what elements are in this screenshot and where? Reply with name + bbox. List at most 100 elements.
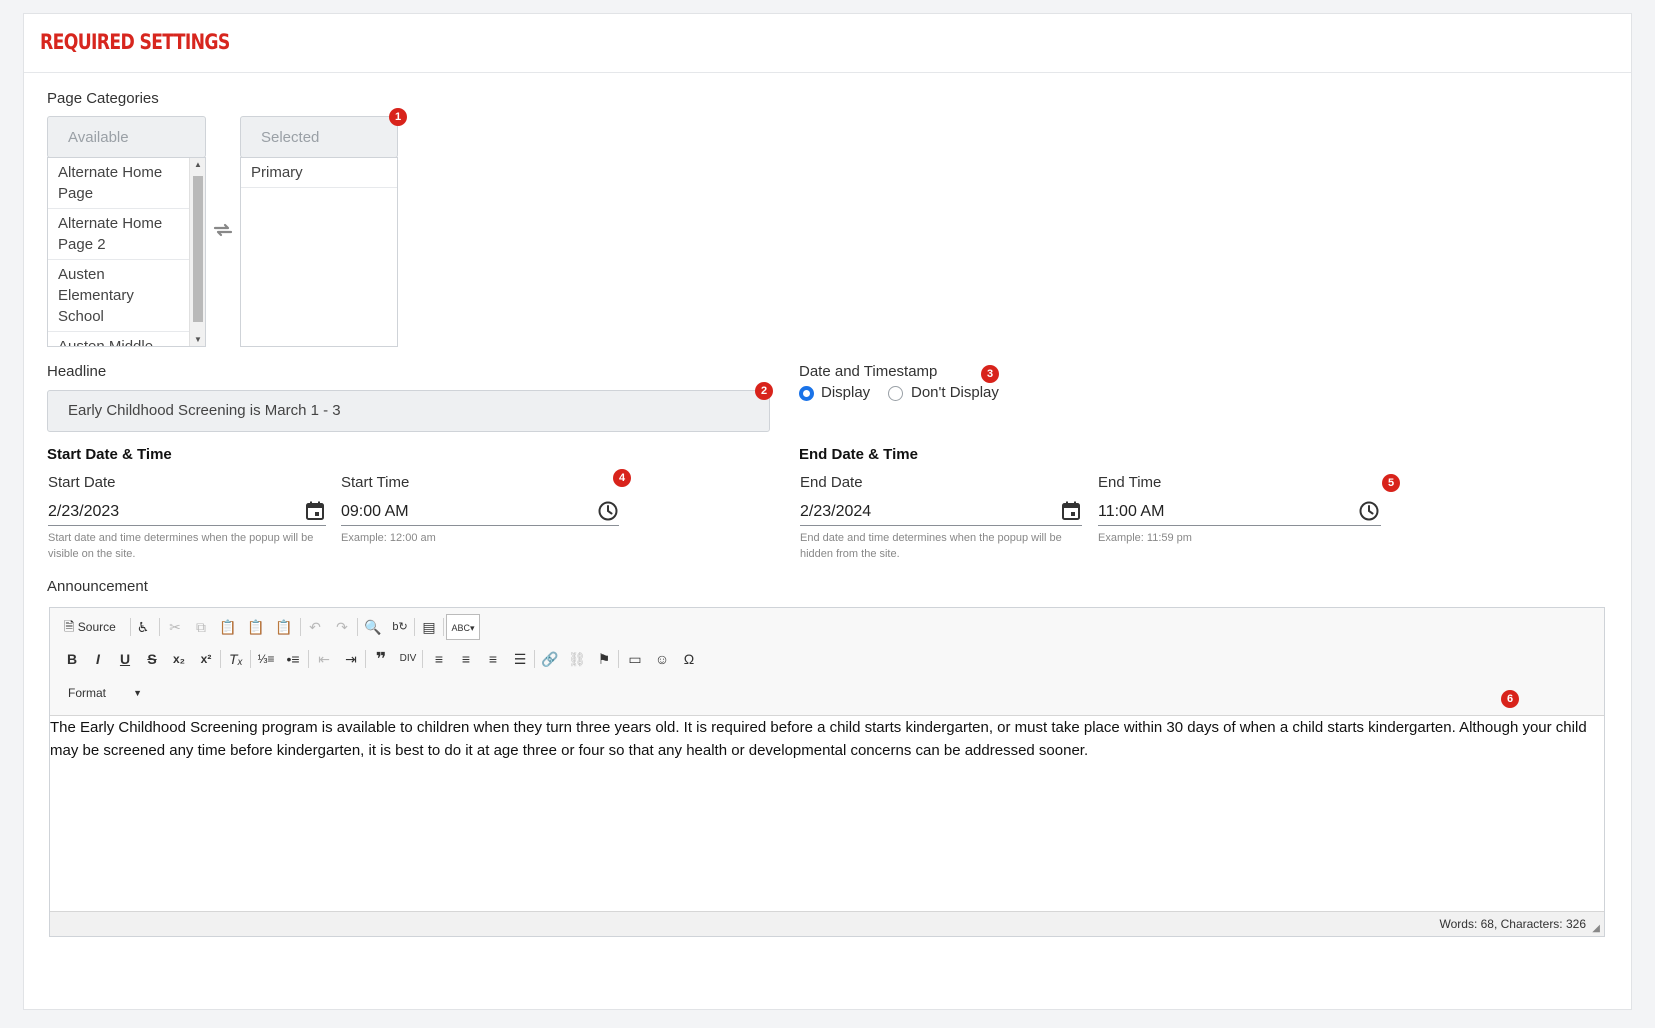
end-date-underline — [800, 525, 1082, 526]
display-radio-label[interactable]: Display — [821, 384, 870, 401]
toolbar-separator — [308, 650, 309, 668]
clock-icon[interactable] — [1358, 500, 1380, 522]
remove-format-icon[interactable]: Tₓ — [224, 647, 248, 671]
source-button[interactable]: 🗎 Source — [64, 615, 116, 639]
bold-icon[interactable]: B — [60, 647, 84, 671]
annotation-badge-4: 4 — [613, 469, 631, 487]
start-date-label: Start Date — [48, 474, 116, 491]
find-icon[interactable]: 🔍 — [361, 615, 385, 639]
headline-input[interactable]: Early Childhood Screening is March 1 - 3 — [47, 390, 770, 432]
underline-icon[interactable]: U — [113, 647, 137, 671]
toolbar-separator — [159, 618, 160, 636]
align-left-icon[interactable]: ≡ — [427, 647, 451, 671]
swap-arrows-icon[interactable] — [212, 219, 234, 241]
section-title: REQUIRED SETTINGS — [40, 30, 230, 54]
anchor-flag-icon[interactable]: ⚑ — [592, 647, 616, 671]
format-dropdown-label: Format — [68, 686, 107, 700]
word-count: Words: 68, Characters: 326 — [1439, 917, 1586, 931]
bulleted-list-icon[interactable]: •≡ — [281, 647, 305, 671]
accessibility-icon[interactable]: ♿ — [131, 615, 155, 639]
toolbar-separator — [357, 618, 358, 636]
scroll-thumb[interactable] — [193, 176, 203, 322]
toolbar-separator — [300, 618, 301, 636]
smiley-icon[interactable]: ☺ — [650, 647, 674, 671]
available-list-scrollbar[interactable]: ▲ ▼ — [189, 158, 205, 346]
end-time-underline — [1098, 525, 1381, 526]
end-date-hint: End date and time determines when the po… — [800, 532, 1062, 560]
replace-icon[interactable]: b↻ — [388, 615, 412, 639]
select-all-icon[interactable]: ▤ — [417, 615, 441, 639]
spellcheck-icon[interactable]: ABC▾ — [446, 614, 480, 640]
calendar-icon[interactable] — [1060, 500, 1082, 522]
page-categories-label: Page Categories — [47, 90, 159, 107]
align-center-icon[interactable]: ≡ — [454, 647, 478, 671]
end-section-label: End Date & Time — [799, 446, 918, 463]
annotation-badge-5: 5 — [1382, 474, 1400, 492]
outdent-icon[interactable]: ⇤ — [312, 647, 336, 671]
scroll-up-icon[interactable]: ▲ — [190, 160, 205, 169]
list-item[interactable]: Austen Elementary School — [48, 260, 189, 332]
dont-display-radio[interactable] — [888, 386, 903, 401]
copy-icon[interactable]: ⧉ — [189, 615, 213, 639]
superscript-icon[interactable]: x² — [194, 647, 218, 671]
start-date-input[interactable]: 2/23/2023 — [48, 503, 119, 521]
italic-icon[interactable]: I — [86, 647, 110, 671]
format-dropdown[interactable]: Format ▼ — [68, 681, 148, 705]
redo-icon[interactable]: ↷ — [330, 615, 354, 639]
strikethrough-icon[interactable]: S — [140, 647, 164, 671]
display-radio[interactable] — [799, 386, 814, 401]
toolbar-separator — [365, 650, 366, 668]
calendar-icon[interactable] — [304, 500, 326, 522]
available-list[interactable]: Alternate Home Page Alternate Home Page … — [47, 157, 206, 347]
paste-icon[interactable]: 📋 — [216, 615, 240, 639]
end-date-input[interactable]: 2/23/2024 — [800, 503, 871, 521]
horizontal-line-icon[interactable]: ▭ — [623, 647, 647, 671]
announcement-label: Announcement — [47, 578, 148, 595]
list-item[interactable]: Primary — [241, 158, 397, 188]
start-time-underline — [341, 525, 619, 526]
clock-icon[interactable] — [597, 500, 619, 522]
align-right-icon[interactable]: ≡ — [481, 647, 505, 671]
start-time-hint: Example: 12:00 am — [341, 532, 436, 544]
numbered-list-icon[interactable]: ⅓≡ — [254, 647, 278, 671]
start-time-input[interactable]: 09:00 AM — [341, 503, 409, 521]
annotation-badge-3: 3 — [981, 365, 999, 383]
resize-handle-icon[interactable]: ◢ — [1592, 923, 1600, 934]
paste-text-icon[interactable]: 📋 — [244, 615, 268, 639]
editor-content[interactable]: The Early Childhood Screening program is… — [50, 716, 1604, 913]
list-item[interactable]: Alternate Home Page — [48, 158, 189, 209]
list-item[interactable]: Alternate Home Page 2 — [48, 209, 189, 260]
toolbar-separator — [414, 618, 415, 636]
unlink-icon[interactable]: ⛓ — [565, 647, 589, 671]
end-time-label: End Time — [1098, 474, 1162, 491]
toolbar-separator — [250, 650, 251, 668]
indent-icon[interactable]: ⇥ — [339, 647, 363, 671]
undo-icon[interactable]: ↶ — [303, 615, 327, 639]
cut-icon[interactable]: ✂ — [163, 615, 187, 639]
subscript-icon[interactable]: x₂ — [167, 647, 191, 671]
link-icon[interactable]: 🔗 — [538, 647, 562, 671]
div-container-icon[interactable]: DIV — [396, 647, 420, 671]
list-item[interactable]: Austen Middle School — [48, 332, 189, 346]
source-icon: 🗎 — [64, 619, 75, 634]
end-time-hint: Example: 11:59 pm — [1098, 532, 1192, 544]
annotation-badge-2: 2 — [755, 382, 773, 400]
available-header: Available — [47, 116, 206, 158]
special-character-icon[interactable]: Ω — [677, 647, 701, 671]
dont-display-radio-label[interactable]: Don't Display — [911, 384, 999, 401]
announcement-editor[interactable]: 🗎 Source ♿ ✂ ⧉ 📋 📋 📋 ↶ ↷ 🔍 b↻ ▤ ABC▾ B I — [49, 607, 1605, 937]
selected-header: Selected — [240, 116, 398, 158]
toolbar-separator — [534, 650, 535, 668]
paste-word-icon[interactable]: 📋 — [272, 615, 296, 639]
blockquote-icon[interactable]: ❞ — [369, 647, 393, 671]
annotation-badge-1: 1 — [389, 108, 407, 126]
toolbar-separator — [443, 618, 444, 636]
editor-toolbar: 🗎 Source ♿ ✂ ⧉ 📋 📋 📋 ↶ ↷ 🔍 b↻ ▤ ABC▾ B I — [50, 608, 1604, 716]
end-time-input[interactable]: 11:00 AM — [1098, 503, 1164, 521]
source-button-label: Source — [77, 620, 116, 634]
selected-list[interactable]: Primary — [240, 157, 398, 347]
toolbar-separator — [220, 650, 221, 668]
justify-icon[interactable]: ☰ — [508, 647, 532, 671]
start-date-underline — [48, 525, 326, 526]
scroll-down-icon[interactable]: ▼ — [190, 335, 205, 344]
